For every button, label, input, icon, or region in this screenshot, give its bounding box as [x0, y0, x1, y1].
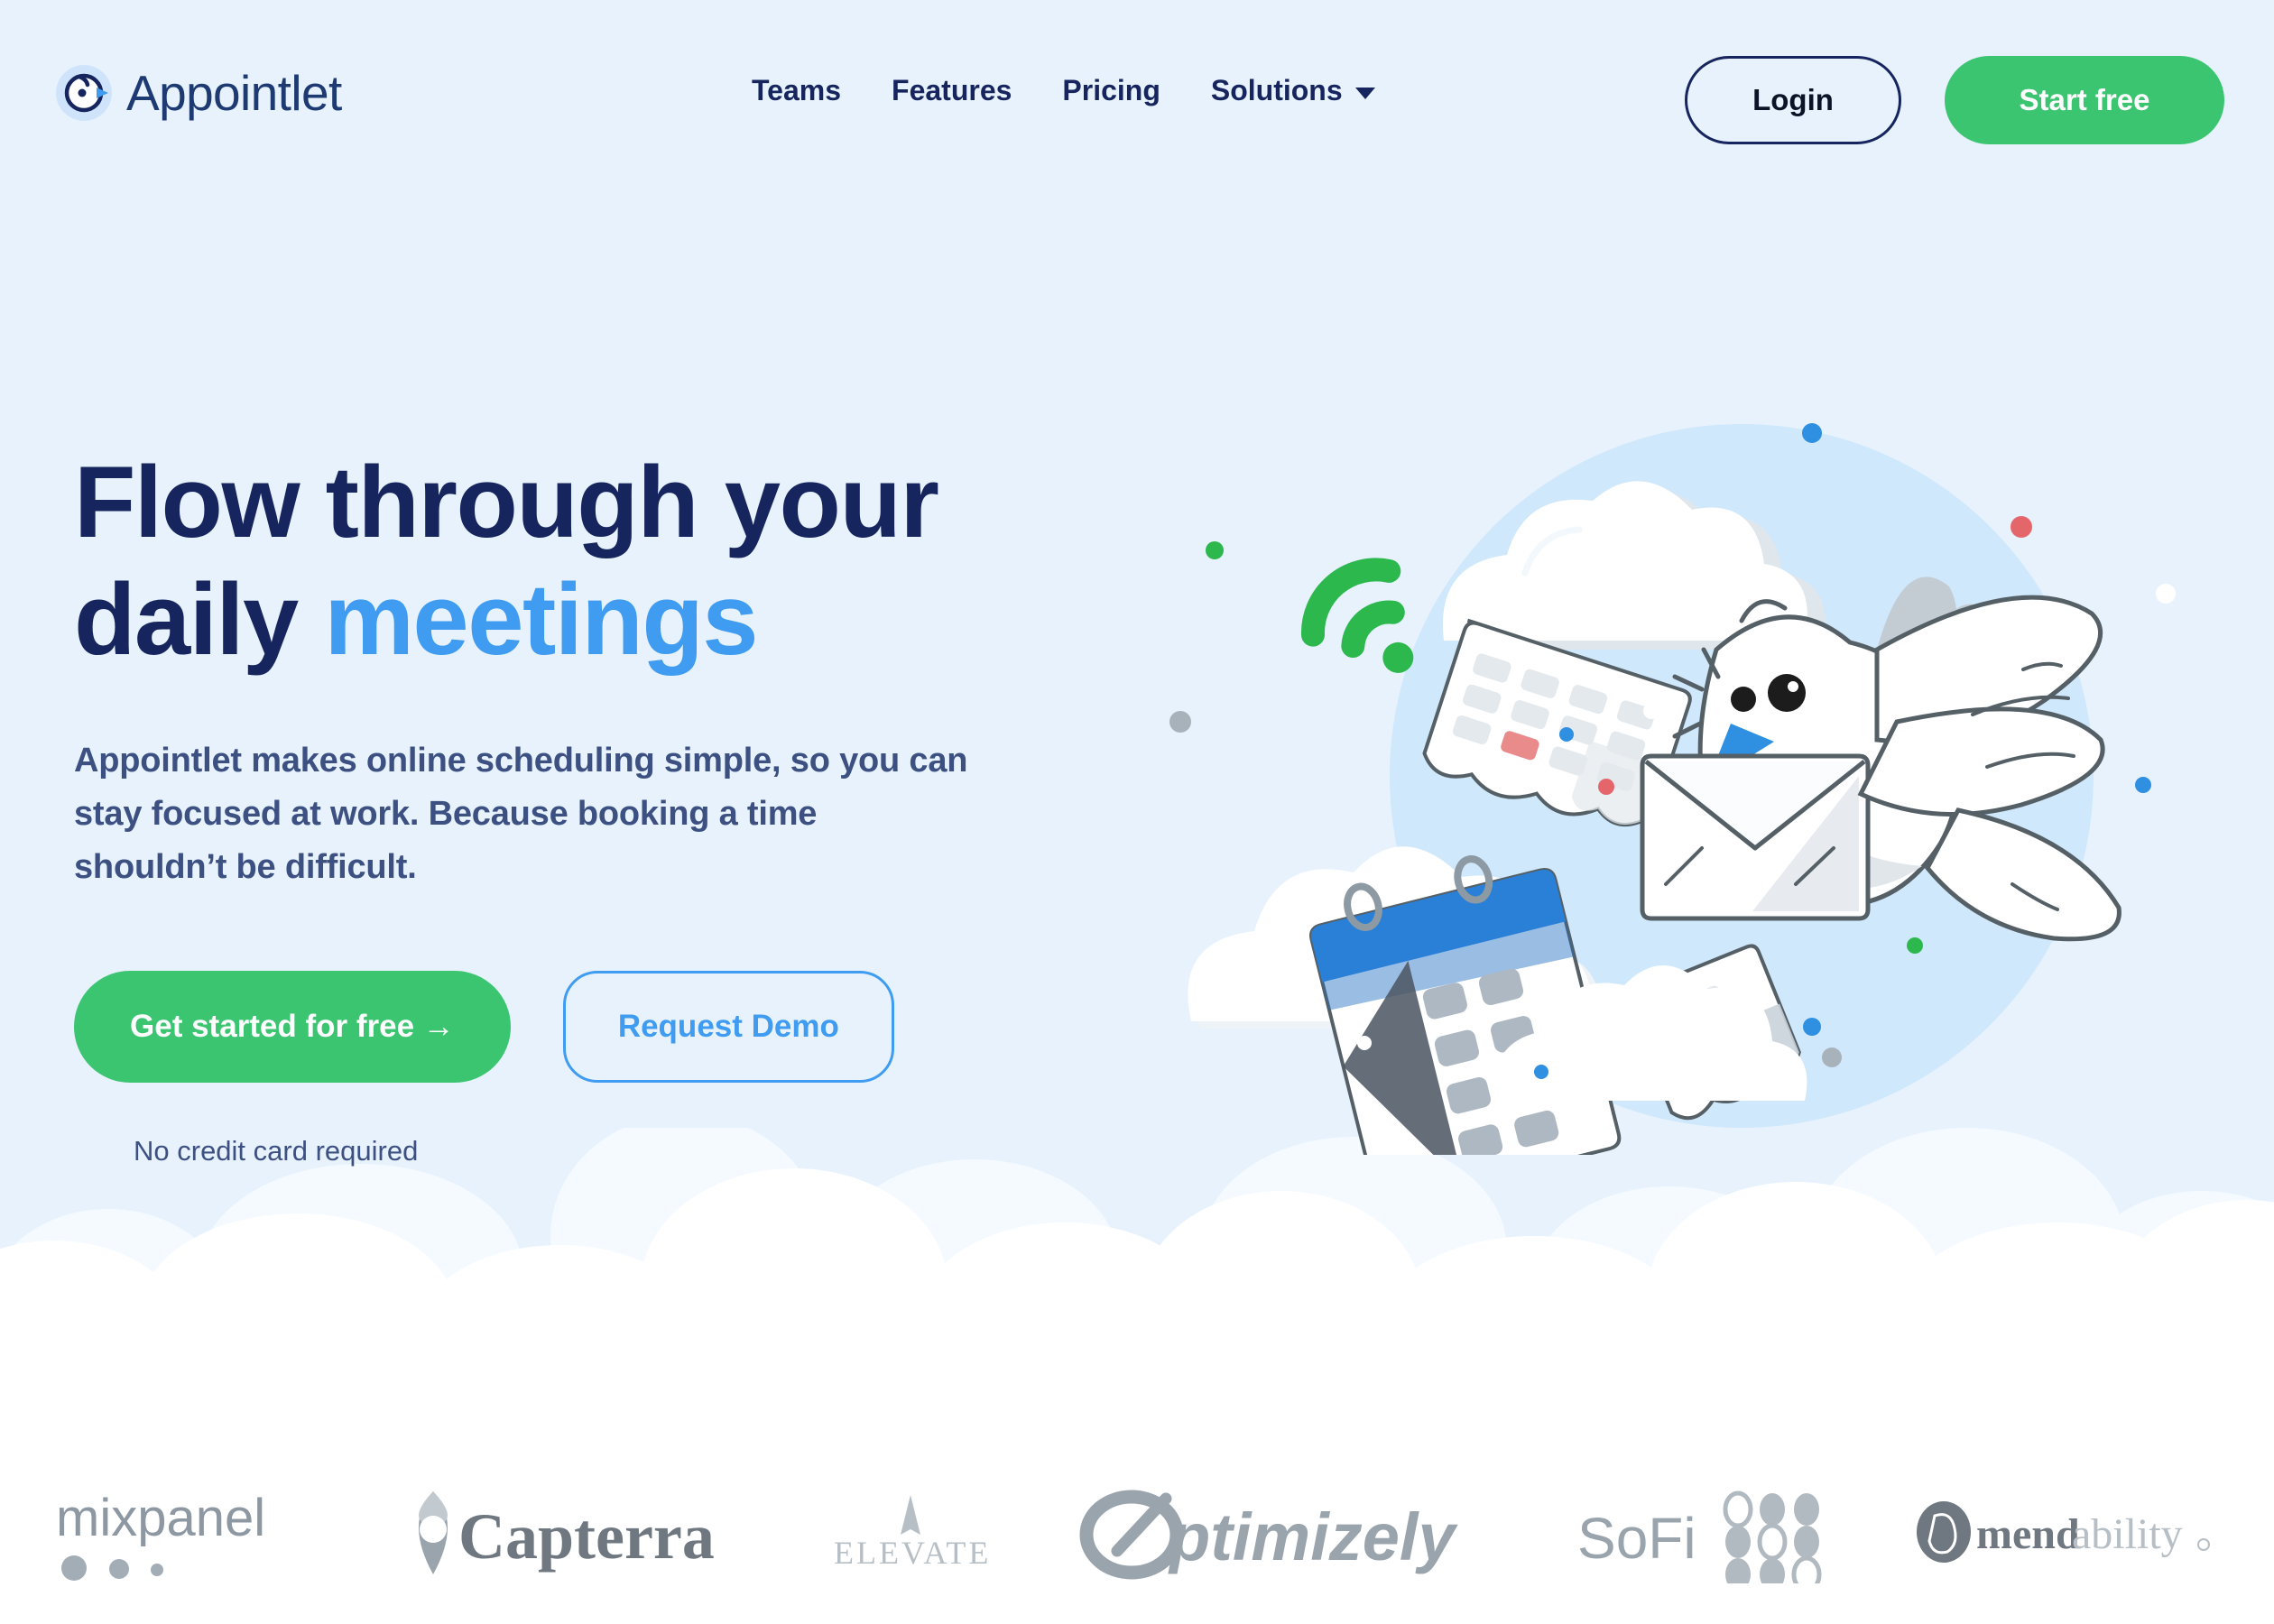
start-free-button[interactable]: Start free: [1945, 56, 2224, 144]
sofi-wordmark: SoFi: [1577, 1506, 1696, 1571]
logo-mixpanel: mixpanel: [54, 1480, 316, 1588]
optimizely-logo-icon: ptimizely: [1079, 1490, 1458, 1580]
hero-content: Flow through your daily meetings Appoint…: [74, 444, 1112, 1167]
hero-illustration: [1169, 423, 2176, 1155]
brand-logo[interactable]: Appointlet: [56, 65, 342, 121]
customer-logo-strip: mixpanel Capterra ELEVATE ptimizely SoFi: [0, 1444, 2274, 1624]
login-button[interactable]: Login: [1685, 56, 1901, 144]
nav-item-pricing[interactable]: Pricing: [1037, 74, 1185, 107]
nav-label-teams: Teams: [752, 74, 842, 106]
mixpanel-logo-icon: mixpanel: [56, 1489, 265, 1581]
header-actions: Login Start free: [1685, 56, 2224, 144]
nav-item-features[interactable]: Features: [866, 74, 1037, 107]
capterra-logo-icon: Capterra: [419, 1491, 715, 1574]
site-header: Appointlet Teams Features Pricing Soluti…: [0, 0, 2274, 171]
nav-label-features: Features: [892, 74, 1012, 106]
logo-mendability: mend ability: [1913, 1489, 2220, 1579]
logo-sofi: SoFi: [1577, 1484, 1830, 1583]
nav-item-solutions[interactable]: Solutions: [1186, 74, 1400, 107]
brand-name: Appointlet: [126, 64, 342, 121]
logo-elevate: ELEVATE: [825, 1484, 996, 1583]
nav-label-solutions: Solutions: [1210, 74, 1343, 106]
no-credit-card-note: No credit card required: [134, 1134, 419, 1167]
hero-cta-row: Get started for free → Request Demo: [74, 970, 1112, 1083]
bird-head-icon: [56, 65, 112, 121]
logo-optimizely: ptimizely: [1079, 1484, 1494, 1583]
capterra-wordmark: Capterra: [458, 1500, 715, 1573]
nav-label-pricing: Pricing: [1062, 74, 1160, 106]
mixpanel-wordmark: mixpanel: [56, 1489, 265, 1547]
mendability-wordmark-light: ability: [2072, 1510, 2183, 1558]
elevate-wordmark: ELEVATE: [834, 1535, 991, 1571]
headline-accent-text: meetings: [324, 562, 758, 676]
elevate-logo-icon: ELEVATE: [834, 1495, 991, 1571]
sofi-logo-icon: SoFi: [1577, 1490, 1822, 1583]
page-title: Flow through your daily meetings: [74, 444, 1112, 678]
logo-capterra: Capterra: [399, 1484, 742, 1583]
nav-item-teams[interactable]: Teams: [726, 74, 866, 107]
chevron-down-icon: [1354, 87, 1375, 99]
hero-subcopy: Appointlet makes online scheduling simpl…: [74, 741, 968, 887]
get-started-button[interactable]: Get started for free →: [74, 970, 511, 1083]
optimizely-wordmark: ptimizely: [1168, 1499, 1458, 1574]
mendability-wordmark-dark: mend: [1976, 1510, 2080, 1558]
request-demo-button[interactable]: Request Demo: [562, 970, 894, 1083]
mendability-logo-icon: mend ability: [1917, 1501, 2210, 1563]
primary-navigation: Teams Features Pricing Solutions: [726, 74, 1400, 107]
